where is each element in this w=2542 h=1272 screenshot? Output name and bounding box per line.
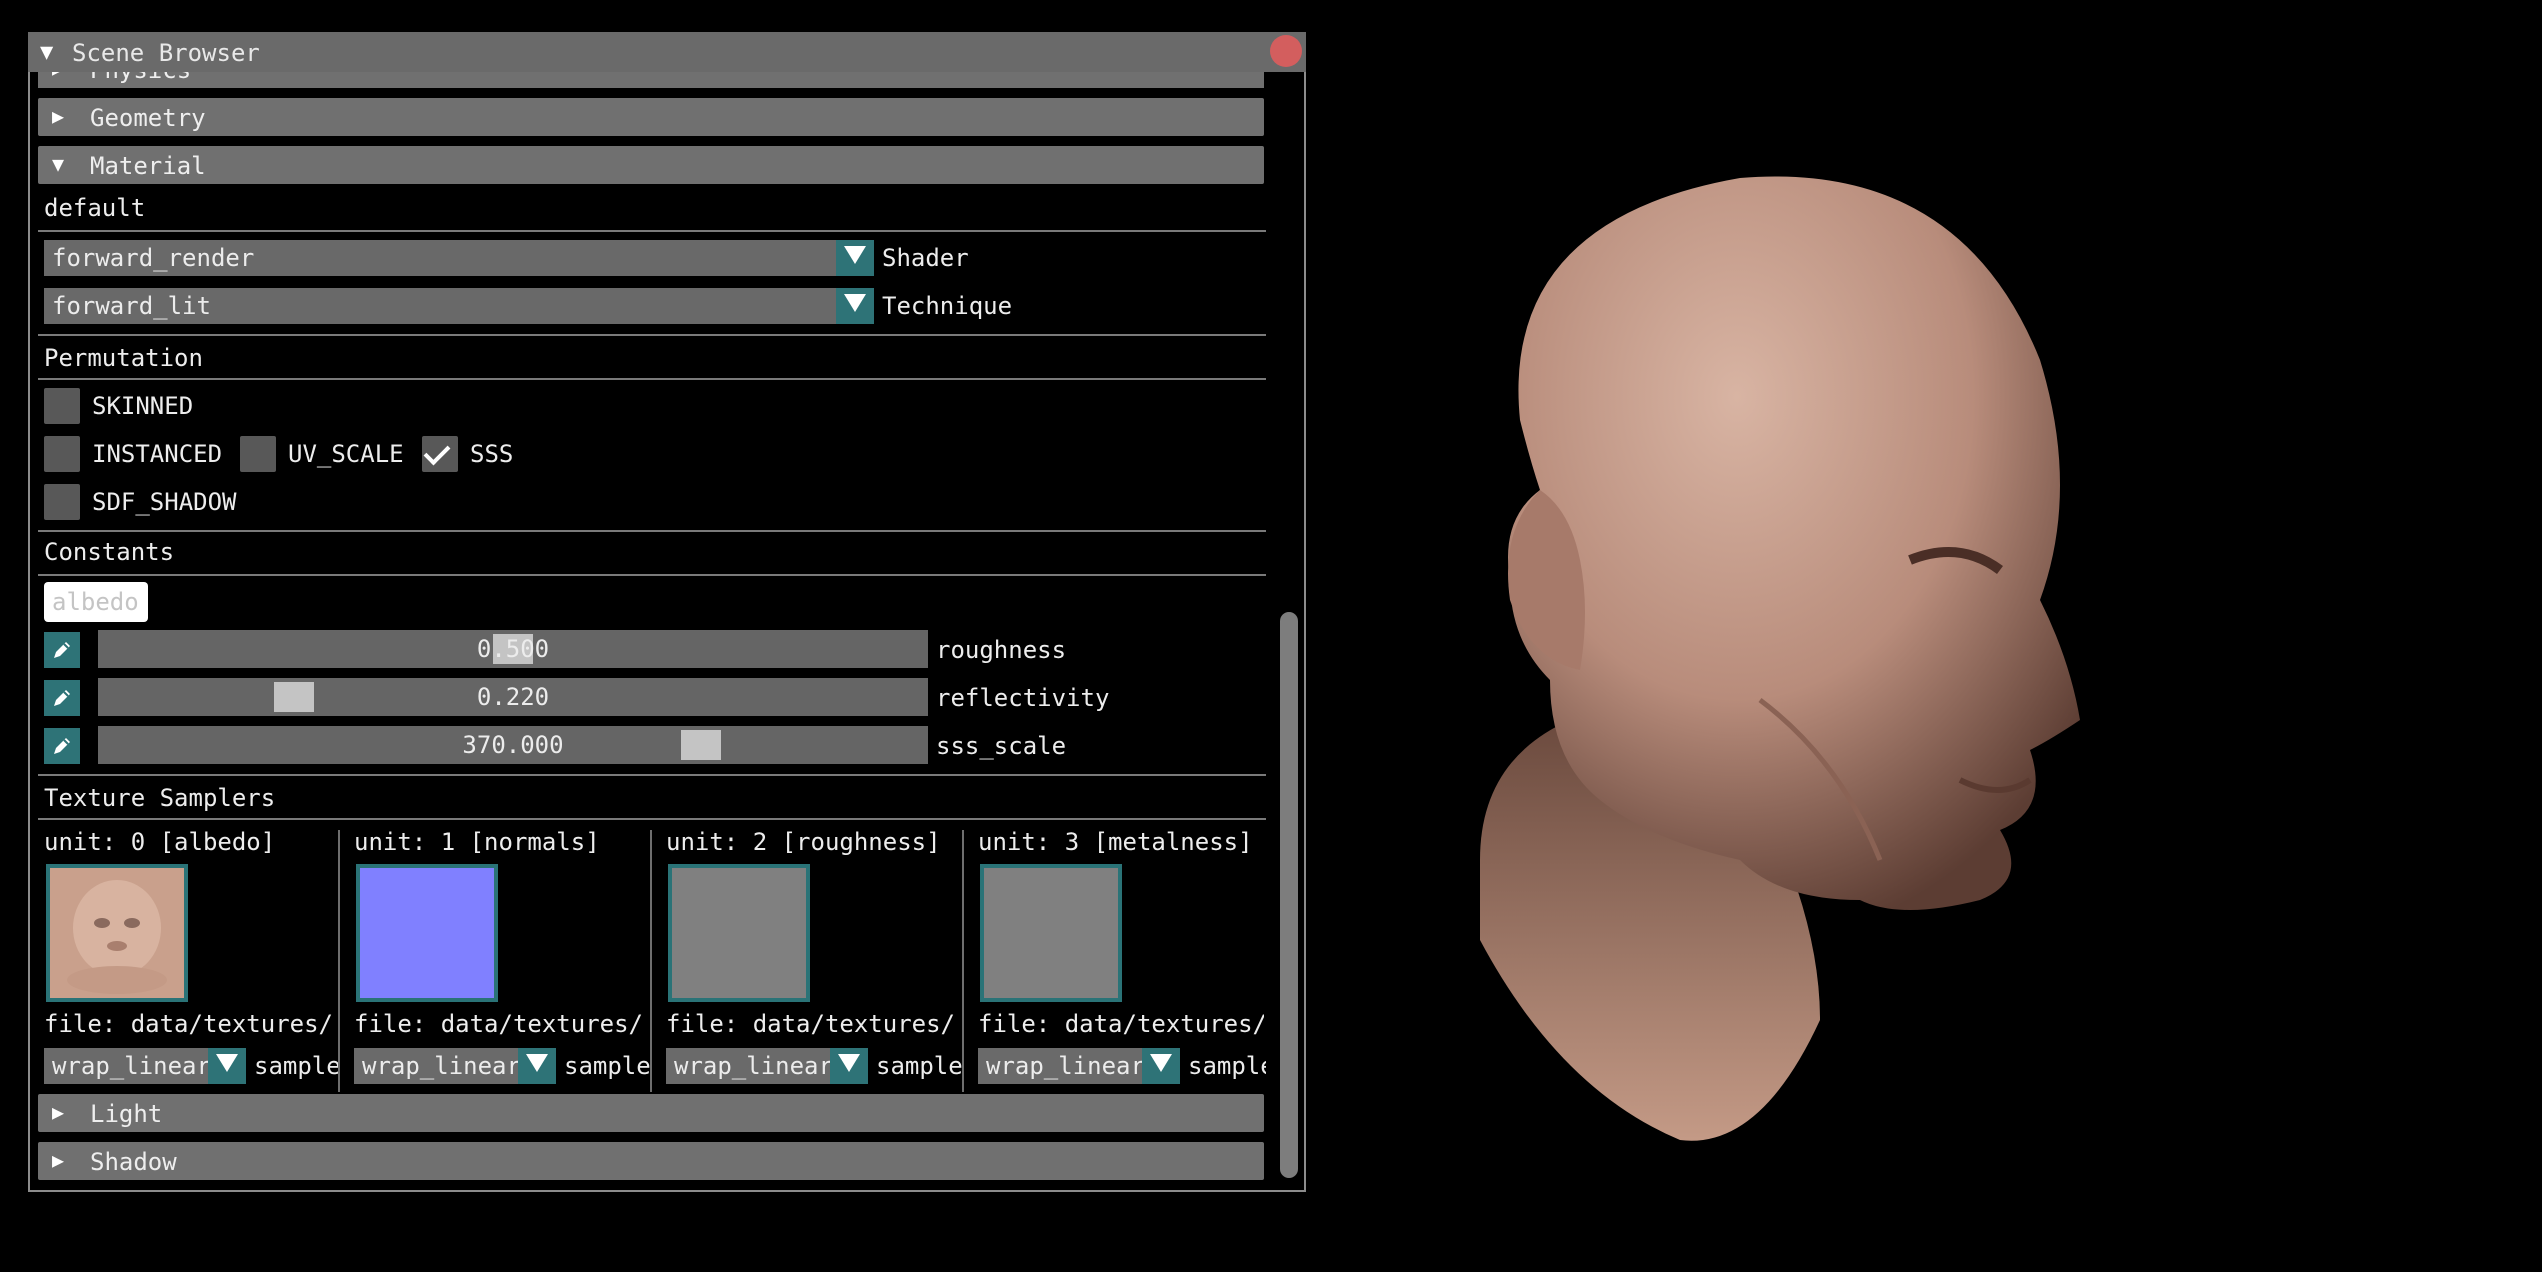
checkbox-label-instanced: INSTANCED xyxy=(92,440,223,468)
sampler-label: sampler xyxy=(876,1052,962,1080)
divider xyxy=(38,334,1266,336)
wrap-mode-select[interactable]: wrap_linear xyxy=(978,1048,1180,1084)
checkbox-sdf-shadow[interactable] xyxy=(44,484,80,520)
section-header-physics[interactable]: Physics ▶ xyxy=(38,72,1264,88)
section-label-material: Material xyxy=(90,152,206,180)
divider xyxy=(38,230,1266,232)
chevron-down-icon[interactable] xyxy=(836,240,874,276)
slider-sss-scale[interactable]: 370.000 xyxy=(98,726,928,764)
wrap-mode-value: wrap_linear xyxy=(674,1052,830,1080)
edit-pencil-icon[interactable] xyxy=(44,728,80,764)
viewport-head-render[interactable] xyxy=(1440,160,2140,1160)
divider xyxy=(38,774,1266,776)
close-icon[interactable] xyxy=(1270,35,1302,67)
slider-label-sss-scale: sss_scale xyxy=(936,732,1067,760)
slider-value-sss-scale: 370.000 xyxy=(462,731,564,759)
chevron-down-icon[interactable] xyxy=(836,288,874,324)
texture-thumbnail-roughness[interactable] xyxy=(668,864,810,1002)
section-header-geometry[interactable]: ▶ Geometry xyxy=(38,98,1264,136)
scrollbar-thumb[interactable] xyxy=(1280,612,1298,1178)
sampler-label: sampler xyxy=(254,1052,338,1080)
expand-triangle-icon: ▶ xyxy=(52,104,65,128)
technique-select[interactable]: forward_lit xyxy=(44,288,874,324)
texture-samplers-heading: Texture Samplers xyxy=(44,784,276,812)
sampler-file-label: file: data/textures/ xyxy=(666,1010,955,1038)
texture-thumbnail-metalness[interactable] xyxy=(980,864,1122,1002)
shader-value: forward_render xyxy=(52,244,255,272)
technique-label: Technique xyxy=(882,292,1013,320)
sampler-unit-label: unit: 3 [metalness] xyxy=(978,828,1253,856)
wrap-mode-value: wrap_linear xyxy=(52,1052,208,1080)
permutation-heading: Permutation xyxy=(44,344,203,372)
divider xyxy=(38,574,1266,576)
window-titlebar[interactable]: ▼ Scene Browser xyxy=(28,32,1306,72)
slider-value-roughness: 0.500 xyxy=(476,635,550,663)
slider-label-roughness: roughness xyxy=(936,636,1067,664)
checkbox-sss[interactable] xyxy=(422,436,458,472)
slider-roughness[interactable]: 0.500 xyxy=(98,630,928,668)
slider-reflectivity[interactable]: 0.220 xyxy=(98,678,928,716)
column-divider xyxy=(962,830,964,1092)
edit-pencil-icon[interactable] xyxy=(44,680,80,716)
texture-thumbnail-normals[interactable] xyxy=(356,864,498,1002)
sampler-label: sampler xyxy=(564,1052,650,1080)
section-header-light[interactable]: ▶ Light xyxy=(38,1094,1264,1132)
albedo-button[interactable]: albedo xyxy=(44,582,148,622)
section-header-material[interactable]: ▼ Material xyxy=(38,146,1264,184)
divider xyxy=(38,530,1266,532)
checkbox-label-uv-scale: UV_SCALE xyxy=(288,440,404,468)
section-label-light: Light xyxy=(90,1100,163,1128)
collapse-triangle-icon: ▼ xyxy=(52,152,65,176)
divider xyxy=(38,378,1266,380)
checkbox-uv-scale[interactable] xyxy=(240,436,276,472)
checkbox-skinned[interactable] xyxy=(44,388,80,424)
expand-triangle-icon: ▶ xyxy=(52,72,64,80)
section-label-shadow: Shadow xyxy=(90,1148,177,1176)
sampler-label: sampler xyxy=(1188,1052,1266,1080)
albedo-button-label: albedo xyxy=(52,588,139,616)
sampler-unit-label: unit: 1 [normals] xyxy=(354,828,600,856)
constants-heading: Constants xyxy=(44,538,175,566)
texture-thumbnail-albedo[interactable] xyxy=(46,864,188,1002)
material-name: default xyxy=(44,194,146,222)
expand-triangle-icon: ▶ xyxy=(52,1148,65,1172)
column-divider xyxy=(338,830,340,1092)
slider-label-reflectivity: reflectivity xyxy=(936,684,1110,712)
wrap-mode-select[interactable]: wrap_linear xyxy=(354,1048,556,1084)
slider-value-reflectivity: 0.220 xyxy=(476,683,550,711)
sampler-file-label: file: data/textures/ xyxy=(978,1010,1264,1038)
checkbox-instanced[interactable] xyxy=(44,436,80,472)
chevron-down-icon[interactable] xyxy=(208,1048,246,1084)
chevron-down-icon[interactable] xyxy=(518,1048,556,1084)
window-title: Scene Browser xyxy=(72,39,260,67)
technique-value: forward_lit xyxy=(52,292,211,320)
chevron-down-icon[interactable] xyxy=(830,1048,868,1084)
checkbox-label-sdf-shadow: SDF_SHADOW xyxy=(92,488,237,516)
chevron-down-icon[interactable] xyxy=(1142,1048,1180,1084)
shader-select[interactable]: forward_render xyxy=(44,240,874,276)
wrap-mode-value: wrap_linear xyxy=(986,1052,1142,1080)
section-header-shadow[interactable]: ▶ Shadow xyxy=(38,1142,1264,1180)
wrap-mode-select[interactable]: wrap_linear xyxy=(44,1048,246,1084)
expand-triangle-icon: ▶ xyxy=(52,1100,65,1124)
sampler-unit-label: unit: 2 [roughness] xyxy=(666,828,941,856)
checkbox-label-skinned: SKINNED xyxy=(92,392,194,420)
sampler-file-label: file: data/textures/ xyxy=(44,1010,333,1038)
column-divider xyxy=(650,830,652,1092)
section-label-geometry: Geometry xyxy=(90,104,206,132)
sampler-unit-label: unit: 0 [albedo] xyxy=(44,828,276,856)
divider xyxy=(38,818,1266,820)
wrap-mode-value: wrap_linear xyxy=(362,1052,518,1080)
checkbox-label-sss: SSS xyxy=(470,440,514,468)
check-icon xyxy=(423,438,451,466)
collapse-triangle-icon[interactable]: ▼ xyxy=(40,40,53,65)
edit-pencil-icon[interactable] xyxy=(44,632,80,668)
wrap-mode-select[interactable]: wrap_linear xyxy=(666,1048,868,1084)
section-label-physics: Physics xyxy=(90,72,191,84)
shader-label: Shader xyxy=(882,244,969,272)
sampler-file-label: file: data/textures/ xyxy=(354,1010,643,1038)
